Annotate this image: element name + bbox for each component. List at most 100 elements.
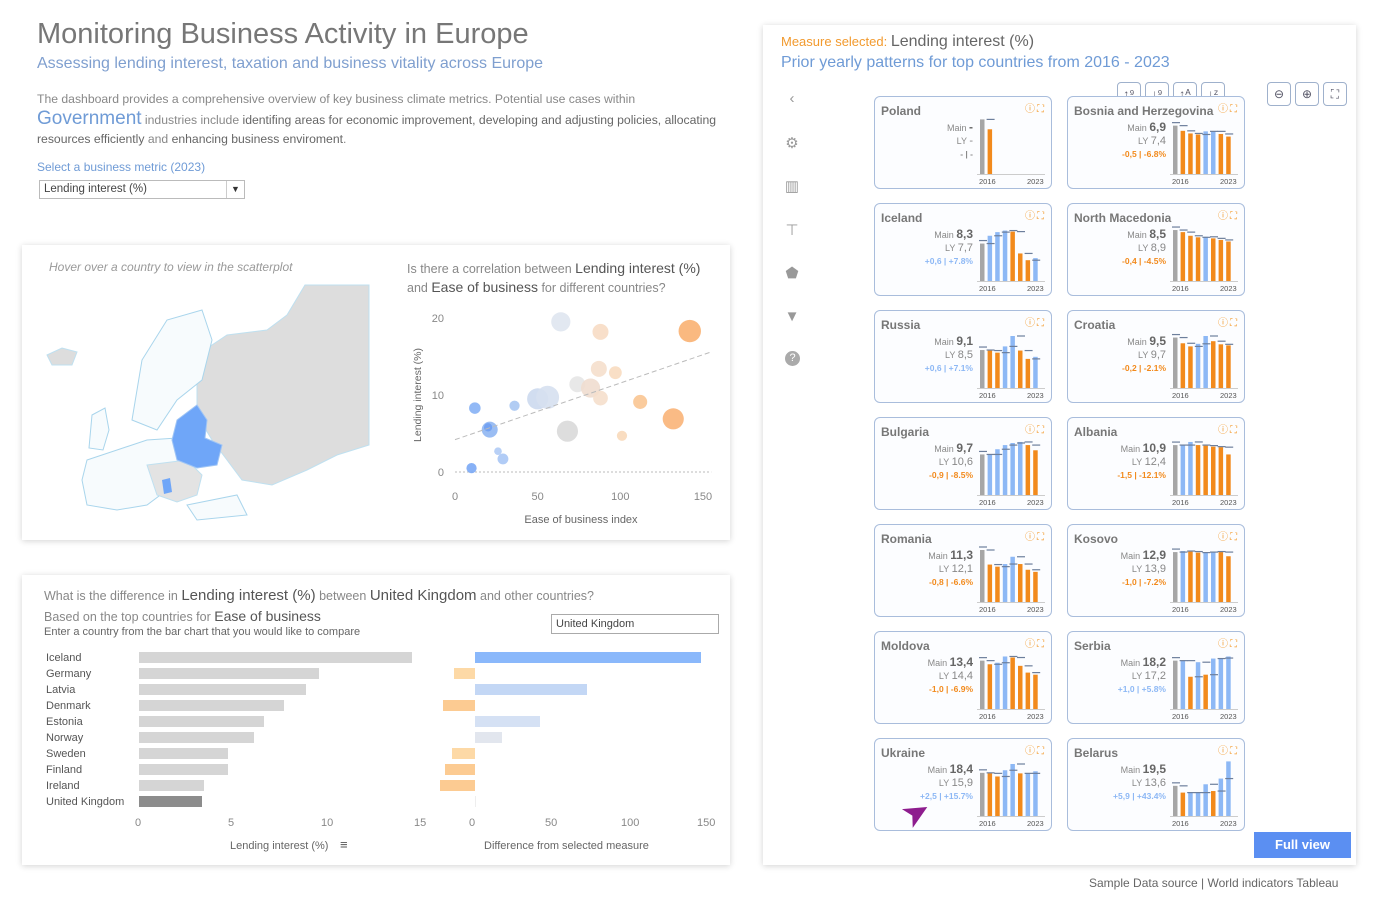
europe-map[interactable] [37, 280, 377, 525]
gear-icon[interactable]: ⚙ [783, 134, 801, 152]
bar-chart-icon[interactable]: ▥ [783, 177, 801, 195]
main-row: Main 9,1 [925, 335, 973, 349]
delta-value: - | - [960, 149, 973, 159]
trend-bar [1033, 258, 1038, 281]
info-icon[interactable]: ⓘ [1025, 425, 1037, 436]
tag-icon[interactable]: ⬟ [783, 264, 801, 282]
paint-roller-icon[interactable]: ⊤ [783, 221, 801, 239]
country-card[interactable]: Belarus ⓘ⛶ Main 19,5 LY 13,6 +5,9 | +43.4% 20… [1067, 738, 1245, 831]
trend-bar [987, 454, 993, 495]
info-icon[interactable]: ⓘ [1218, 746, 1230, 757]
map-uk[interactable] [88, 407, 110, 451]
expand-icon[interactable]: ⛶ [1230, 746, 1239, 757]
main-value: 19,5 [1142, 762, 1166, 776]
main-label: Main [1127, 230, 1147, 240]
compare-country-input[interactable]: United Kingdom [551, 614, 719, 634]
country-card[interactable]: Croatia ⓘ⛶ Main 9,5 LY 9,7 -0,2 | -2.1% 2016 2… [1067, 310, 1245, 403]
expand-icon[interactable]: ⛶ [1037, 104, 1046, 115]
full-view-button[interactable]: Full view [1254, 832, 1351, 858]
help-icon[interactable]: ? [785, 351, 800, 366]
metric-dropdown[interactable]: Lending interest (%) ▼ [39, 180, 245, 199]
country-card[interactable]: Bulgaria ⓘ⛶ Main 9,7 LY 10,6 -0,9 | -8.5% 201… [874, 417, 1052, 510]
info-icon[interactable]: ⓘ [1025, 532, 1037, 543]
scatter-point[interactable] [616, 430, 628, 441]
expand-icon[interactable]: ⛶ [1230, 318, 1239, 329]
delta-value: +1,0 | +5.8% [1117, 684, 1166, 694]
map-turkey[interactable] [186, 494, 248, 521]
scatter-point[interactable] [466, 463, 477, 474]
scatter-point[interactable] [494, 447, 502, 456]
scatter-point[interactable] [592, 323, 609, 340]
scatter-point[interactable] [662, 408, 684, 430]
expand-icon[interactable]: ⛶ [1037, 425, 1046, 436]
scatter-point[interactable] [608, 366, 622, 380]
expand-icon[interactable]: ⛶ [1230, 211, 1239, 222]
expand-icon[interactable]: ⛶ [1037, 211, 1046, 222]
expand-icon[interactable]: ⛶ [1230, 639, 1239, 650]
expand-icon[interactable]: ⛶ [1037, 318, 1046, 329]
country-card[interactable]: Bosnia and Herzegovina ⓘ⛶ Main 6,9 LY 7,4 -0… [1067, 96, 1245, 189]
scatter-point[interactable] [590, 360, 607, 377]
scatter-point[interactable] [593, 390, 608, 406]
country-card[interactable]: Serbia ⓘ⛶ Main 18,2 LY 17,2 +1,0 | +5.8% 2016… [1067, 631, 1245, 724]
fullscreen-icon[interactable]: ⛶ [1323, 82, 1347, 106]
info-icon[interactable]: ⓘ [1025, 104, 1037, 115]
country-card[interactable]: Ukraine ⓘ⛶ Main 18,4 LY 15,9 +2,5 | +15.7% 20… [874, 738, 1052, 831]
expand-icon[interactable]: ⛶ [1230, 425, 1239, 436]
country-card[interactable]: Kosovo ⓘ⛶ Main 12,9 LY 13,9 -1,0 | -7.2% 2016… [1067, 524, 1245, 617]
info-icon[interactable]: ⓘ [1218, 425, 1230, 436]
map-iceland[interactable] [46, 347, 78, 366]
scatter-point[interactable] [469, 402, 481, 414]
ly-label: LY [1138, 136, 1149, 146]
chevron-left-icon[interactable]: ‹ [783, 90, 801, 107]
scatter-point[interactable] [551, 312, 571, 332]
info-icon[interactable]: ⓘ [1218, 318, 1230, 329]
info-icon[interactable]: ⓘ [1218, 211, 1230, 222]
country-card[interactable]: Russia ⓘ⛶ Main 9,1 LY 8,5 +0,6 | +7.1% 2016 20… [874, 310, 1052, 403]
expand-icon[interactable]: ⛶ [1230, 104, 1239, 115]
zoom-out-icon[interactable]: ⊖ [1267, 82, 1291, 106]
trend-bar [1010, 336, 1015, 388]
scatter-chart[interactable]: 0 10 20 0 50 100 150 Ease of business index Lend… [400, 300, 730, 535]
country-card[interactable]: Iceland ⓘ⛶ Main 8,3 LY 7,7 +0,6 | +7.8% 2016 2… [874, 203, 1052, 296]
dropdown-arrow-icon[interactable]: ▼ [226, 181, 244, 198]
expand-icon[interactable]: ⛶ [1037, 639, 1046, 650]
scatter-point[interactable] [509, 400, 520, 411]
trend-bar [1025, 358, 1031, 388]
card-stats: Main 11,3 LY 12,1 -0,8 | -6.6% [928, 549, 973, 589]
country-card[interactable]: North Macedonia ⓘ⛶ Main 8,5 LY 8,9 -0,4 | -4… [1067, 203, 1245, 296]
expand-icon[interactable]: ⛶ [1037, 532, 1046, 543]
ly-label: LY [945, 243, 956, 253]
country-card[interactable]: Poland ⓘ⛶ Main - LY -- | -2016 2023 [874, 96, 1052, 189]
country-card[interactable]: Romania ⓘ⛶ Main 11,3 LY 12,1 -0,8 | -6.6% 201… [874, 524, 1052, 617]
card-icons: ⓘ⛶ [1218, 742, 1239, 757]
info-icon[interactable]: ⓘ [1025, 318, 1037, 329]
scatter-point[interactable] [556, 420, 578, 442]
scatter-point[interactable] [483, 423, 493, 432]
y-tick-label: 0 [438, 467, 444, 479]
expand-icon[interactable]: ⛶ [1037, 746, 1046, 757]
info-icon[interactable]: ⓘ [1025, 211, 1037, 222]
country-card[interactable]: Moldova ⓘ⛶ Main 13,4 LY 14,4 -1,0 | -6.9% 201… [874, 631, 1052, 724]
scatter-point[interactable] [678, 319, 701, 343]
main-value: 9,1 [956, 334, 973, 348]
info-icon[interactable]: ⓘ [1025, 639, 1037, 650]
info-icon[interactable]: ⓘ [1218, 532, 1230, 543]
map-russia[interactable] [196, 284, 370, 486]
info-icon[interactable]: ⓘ [1218, 104, 1230, 115]
main-value: 12,9 [1142, 548, 1166, 562]
info-icon[interactable]: ⓘ [1218, 639, 1230, 650]
ly-label: LY [1138, 243, 1149, 253]
ly-row: LY 10,6 [929, 456, 973, 469]
zoom-in-icon[interactable]: ⊕ [1295, 82, 1319, 106]
scatter-point[interactable] [633, 394, 648, 409]
scatter-point[interactable] [497, 453, 509, 465]
year-end-label: 2023 [1220, 605, 1237, 614]
trend-bar [1188, 676, 1193, 709]
ly-row: LY 12,1 [928, 563, 973, 576]
main-row: Main 6,9 [1122, 121, 1166, 135]
info-icon[interactable]: ⓘ [1025, 746, 1037, 757]
expand-icon[interactable]: ⛶ [1230, 532, 1239, 543]
filter-icon[interactable]: ▼ [783, 308, 801, 325]
country-card[interactable]: Albania ⓘ⛶ Main 10,9 LY 12,4 -1,5 | -12.1% 20… [1067, 417, 1245, 510]
